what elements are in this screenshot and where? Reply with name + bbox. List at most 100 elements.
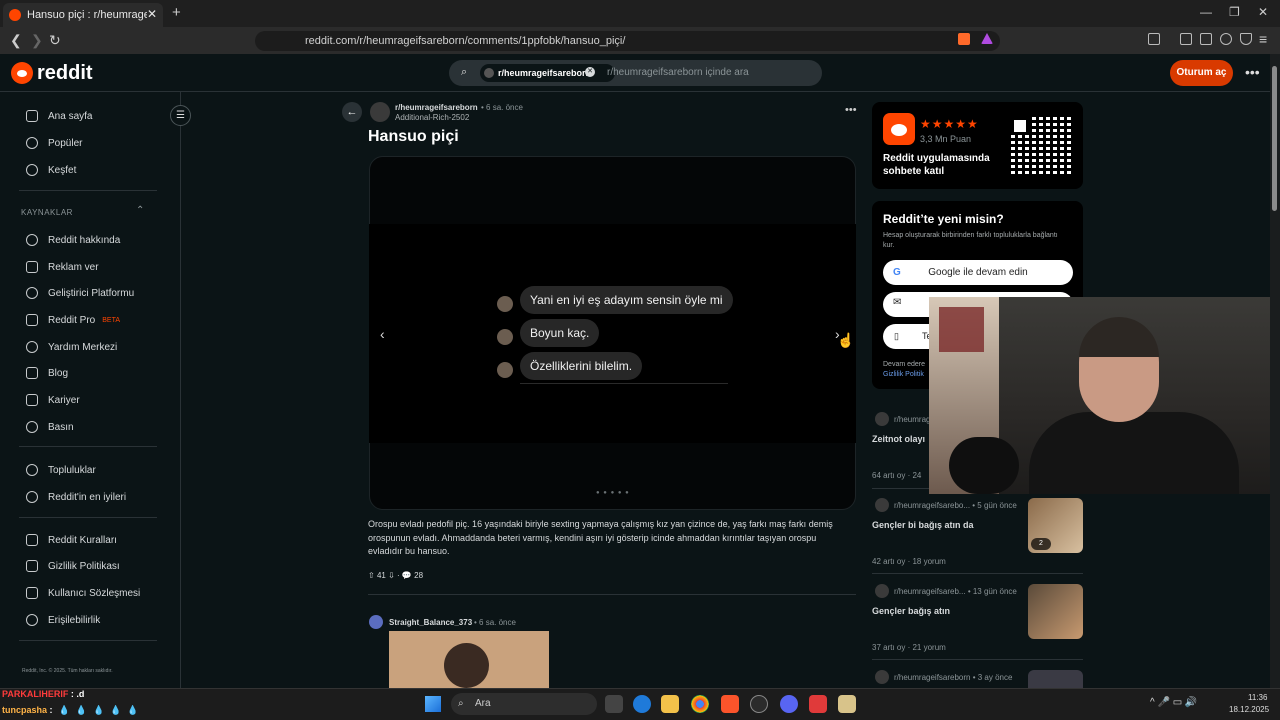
reload-icon[interactable]: ↻: [49, 32, 61, 49]
sidebar-item-label: Kariyer: [48, 394, 80, 406]
vpn-shield-icon[interactable]: [1240, 33, 1252, 45]
valorant-icon[interactable]: [809, 695, 827, 713]
chat-avatar: [497, 296, 513, 312]
signup-title: Reddit’te yeni misin?: [883, 212, 1004, 226]
comment-author[interactable]: Straight_Balance_373: [389, 618, 472, 627]
sidebar-item-about[interactable]: Reddit hakkında: [26, 234, 120, 246]
browser-tab[interactable]: Hansuo piçi : r/heumrageifsareb ✕: [3, 3, 163, 27]
google-signin-button[interactable]: G Google ile devam edin: [883, 260, 1073, 285]
related-subreddit[interactable]: r/heumrageifsareb... • 13 gün önce: [894, 587, 1017, 596]
related-subreddit[interactable]: r/heumrag: [894, 415, 930, 424]
related-thumbnail[interactable]: [1028, 584, 1083, 639]
league-icon[interactable]: [838, 695, 856, 713]
sidebar-item-advertise[interactable]: Reklam ver: [26, 261, 99, 273]
leo-ai-icon[interactable]: [1220, 33, 1232, 45]
more-options-button[interactable]: •••: [1245, 64, 1260, 80]
chat-avatar: [497, 362, 513, 378]
forward-nav-icon[interactable]: ❯: [31, 32, 43, 49]
sidebar-item-communities[interactable]: Topluluklar: [26, 464, 96, 476]
sidebar-item-agreement[interactable]: Kullanıcı Sözleşmesi: [26, 587, 140, 599]
new-tab-button[interactable]: +: [172, 4, 181, 21]
related-avatar[interactable]: [875, 498, 889, 512]
minimize-button[interactable]: —: [1200, 5, 1212, 19]
sidebar-item-blog[interactable]: Blog: [26, 367, 68, 379]
subreddit-avatar[interactable]: [370, 102, 390, 122]
post-subreddit-link[interactable]: r/heumrageifsareborn: [395, 103, 478, 112]
post-menu-button[interactable]: •••: [845, 104, 857, 116]
mouse-cursor-icon: ☝: [837, 332, 855, 348]
chrome-icon[interactable]: [691, 695, 709, 713]
comment-avatar[interactable]: [369, 615, 383, 629]
carousel-prev-icon[interactable]: ‹: [380, 326, 385, 342]
sidebar-item-accessibility[interactable]: Erişilebilirlik: [26, 614, 100, 626]
sidebar-item-best[interactable]: Reddit'in en iyileri: [26, 491, 126, 503]
privacy-link[interactable]: Gizlilik Politik: [883, 370, 925, 380]
chat-bubble: Boyun kaç.: [520, 319, 600, 347]
chat-message: PARKALIHERIF : .d: [2, 689, 84, 699]
reddit-logo-icon[interactable]: [11, 62, 33, 84]
sidebar-item-label: Reddit Pro: [48, 314, 96, 326]
downvote-icon[interactable]: ⇩: [388, 571, 395, 580]
maximize-button[interactable]: ❐: [1229, 5, 1240, 19]
sidebar-icon[interactable]: [1148, 33, 1160, 45]
sidebar-item-career[interactable]: Kariyer: [26, 394, 80, 406]
file-explorer-icon[interactable]: [661, 695, 679, 713]
brave-rewards-icon[interactable]: [981, 33, 993, 44]
megaphone-icon: [26, 261, 38, 273]
app-rating: 3,3 Mn Puan: [920, 134, 972, 144]
windows-start-icon[interactable]: [425, 696, 441, 712]
url-bar[interactable]: reddit.com/r/heumrageifsareborn/comments…: [255, 31, 1000, 51]
close-window-button[interactable]: ✕: [1258, 5, 1268, 19]
related-avatar[interactable]: [875, 670, 889, 684]
related-post-title[interactable]: Zeitnot olayı: [872, 434, 925, 444]
clock-date[interactable]: 18.12.2025: [1229, 705, 1269, 714]
sidebar-item-popular[interactable]: Popüler: [26, 137, 82, 149]
edge-icon[interactable]: [633, 695, 651, 713]
task-view-icon[interactable]: [605, 695, 623, 713]
back-button[interactable]: ←: [342, 102, 362, 122]
related-avatar[interactable]: [875, 584, 889, 598]
taskbar-search[interactable]: ⌕ Ara: [451, 693, 597, 715]
post-author-link[interactable]: Additional-Rich-2502: [395, 113, 469, 122]
browser-menu-icon[interactable]: ≡: [1259, 31, 1267, 47]
brave-shield-icon[interactable]: [958, 33, 970, 45]
post-divider: [368, 594, 856, 595]
reader-icon[interactable]: [1180, 33, 1192, 45]
related-post-title[interactable]: Gençler bağış atın: [872, 606, 950, 616]
scrollbar-thumb[interactable]: [1272, 66, 1277, 211]
comment-icon[interactable]: 💬: [402, 571, 412, 580]
webcam-overlay: [929, 297, 1280, 494]
upvote-icon[interactable]: ⇧: [368, 571, 375, 580]
discord-icon[interactable]: [780, 695, 798, 713]
related-thumbnail[interactable]: [1028, 670, 1083, 688]
sidebar-item-home[interactable]: Ana sayfa: [26, 110, 92, 122]
related-subreddit[interactable]: r/heumrageifsareborn • 3 ay önce: [894, 673, 1012, 682]
comment-count: 28: [414, 571, 424, 580]
sidebar-item-explore[interactable]: Keşfet: [26, 164, 76, 176]
steam-icon[interactable]: [750, 695, 768, 713]
sidebar-item-press[interactable]: Basın: [26, 421, 74, 433]
login-button[interactable]: Oturum aç: [1170, 60, 1233, 86]
comment-image[interactable]: [389, 631, 549, 688]
related-subreddit[interactable]: r/heumrageifsarebo... • 5 gün önce: [894, 501, 1017, 510]
clock-time[interactable]: 11:36: [1248, 693, 1267, 702]
wallet-icon[interactable]: [1200, 33, 1212, 45]
related-post-title[interactable]: Gençler bi bağış atın da: [872, 520, 974, 530]
sidebar-item-developer[interactable]: Geliştirici Platformu: [26, 287, 134, 299]
sidebar-item-reddit-pro[interactable]: Reddit Pro BETA: [26, 314, 120, 326]
sidebar-item-privacy[interactable]: Gizlilik Politikası: [26, 560, 120, 572]
system-tray[interactable]: ^ 🎤 ▭ 🔊: [1150, 697, 1197, 708]
chevron-up-icon[interactable]: ⌃: [136, 205, 144, 216]
sidebar-item-rules[interactable]: Reddit Kuralları: [26, 534, 117, 546]
reddit-logo-text[interactable]: reddit: [37, 62, 93, 85]
accessibility-icon: [26, 614, 38, 626]
sidebar-section-title[interactable]: KAYNAKLAR: [21, 208, 73, 217]
back-nav-icon[interactable]: ❮: [10, 32, 22, 49]
post-body: Orospu evladı pedofil piç. 16 yaşındaki …: [368, 519, 833, 556]
sidebar-item-help[interactable]: Yardım Merkezi: [26, 341, 117, 353]
tab-close-icon[interactable]: ✕: [147, 7, 157, 21]
sidebar-toggle-icon[interactable]: ☰: [170, 105, 191, 126]
brave-icon[interactable]: [721, 695, 739, 713]
chip-remove-icon[interactable]: ✕: [585, 67, 595, 77]
related-avatar[interactable]: [875, 412, 889, 426]
